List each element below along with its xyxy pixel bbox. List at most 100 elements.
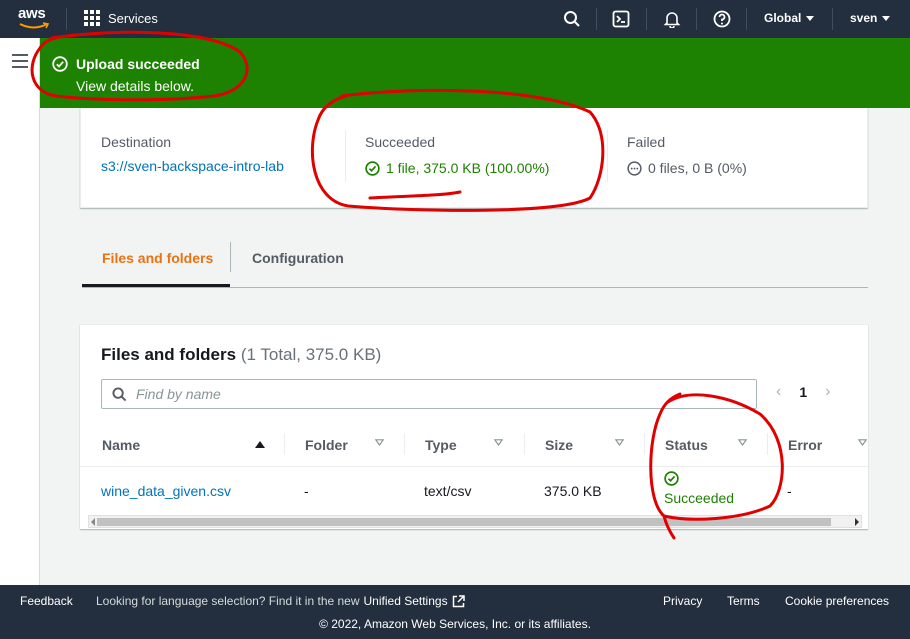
nav-divider xyxy=(596,8,597,30)
column-header-error[interactable]: Error xyxy=(788,437,822,453)
sort-caret-down-icon[interactable] xyxy=(858,439,867,446)
scroll-right-arrow-icon[interactable] xyxy=(855,518,859,526)
current-page[interactable]: 1 xyxy=(799,384,807,400)
tab-divider xyxy=(230,242,231,272)
status-text: Succeeded xyxy=(664,490,735,506)
table-row: wine_data_given.csv - text/csv 375.0 KB … xyxy=(80,467,868,515)
external-link-icon xyxy=(452,594,465,607)
tab-files-and-folders[interactable]: Files and folders xyxy=(102,250,213,266)
destination-link[interactable]: s3://sven-backspace-intro-lab xyxy=(101,158,284,174)
search-icon xyxy=(112,387,127,402)
pending-dots-icon xyxy=(627,160,642,176)
language-notice: Looking for language selection? Find it … xyxy=(96,594,465,608)
column-divider xyxy=(404,433,405,455)
failed-column: Failed 0 files, 0 B (0%) xyxy=(627,134,747,176)
cookie-preferences-link[interactable]: Cookie preferences xyxy=(785,594,889,608)
nav-divider xyxy=(646,8,647,30)
unified-settings-link[interactable]: Unified Settings xyxy=(364,594,448,608)
caret-down-icon xyxy=(882,15,891,21)
aws-logo[interactable]: aws xyxy=(18,6,52,32)
success-check-icon xyxy=(365,160,380,176)
column-divider xyxy=(767,433,768,455)
success-flash-banner: Upload succeeded View details below. xyxy=(40,38,910,108)
region-label: Global xyxy=(764,11,802,25)
side-navigation-rail xyxy=(0,38,40,585)
column-divider xyxy=(607,130,608,182)
column-divider xyxy=(284,433,285,455)
pagination: ‹ 1 › xyxy=(776,383,830,401)
table-header: Files and folders (1 Total, 375.0 KB) xyxy=(101,345,381,365)
column-divider xyxy=(345,130,346,182)
success-check-icon xyxy=(664,471,679,486)
aws-logo-text: aws xyxy=(18,5,46,22)
column-header-name[interactable]: Name xyxy=(102,437,140,453)
sort-caret-down-icon[interactable] xyxy=(494,439,503,446)
copyright-text: © 2022, Amazon Web Services, Inc. or its… xyxy=(319,617,591,631)
table-count: (1 Total, 375.0 KB) xyxy=(240,345,382,364)
succeeded-label: Succeeded xyxy=(365,134,436,150)
search-box xyxy=(101,379,757,409)
region-selector[interactable]: Global xyxy=(764,11,815,25)
files-table-card: Files and folders (1 Total, 375.0 KB) ‹ … xyxy=(80,324,868,529)
table-title: Files and folders xyxy=(101,345,237,364)
column-header-folder[interactable]: Folder xyxy=(305,437,348,453)
account-menu[interactable]: sven xyxy=(850,11,891,25)
scrollbar-thumb[interactable] xyxy=(97,518,831,526)
cell-status: Succeeded xyxy=(664,471,734,506)
column-divider xyxy=(644,433,645,455)
horizontal-scrollbar[interactable] xyxy=(88,515,862,528)
file-name-link[interactable]: wine_data_given.csv xyxy=(101,483,231,499)
services-grid-icon xyxy=(84,10,100,26)
succeeded-value: 1 file, 375.0 KB (100.00%) xyxy=(365,160,549,176)
nav-divider xyxy=(66,8,67,30)
top-navigation-bar: aws Services Global sven xyxy=(0,0,910,38)
succeeded-column: Succeeded 1 file, 375.0 KB (100.00%) xyxy=(365,134,549,176)
search-input[interactable] xyxy=(136,385,736,403)
cell-folder: - xyxy=(304,483,309,499)
page-footer: Feedback Looking for language selection?… xyxy=(0,585,910,639)
succeeded-text: 1 file, 375.0 KB (100.00%) xyxy=(386,160,550,176)
tab-bar: Files and folders Configuration xyxy=(82,236,868,288)
cell-error: - xyxy=(787,483,792,499)
column-header-size[interactable]: Size xyxy=(545,437,573,453)
notifications-bell-icon[interactable] xyxy=(663,10,681,28)
column-header-status[interactable]: Status xyxy=(665,437,708,453)
destination-label: Destination xyxy=(101,134,172,150)
flash-subtitle: View details below. xyxy=(76,78,195,94)
menu-hamburger-icon[interactable] xyxy=(12,54,28,72)
sort-caret-down-icon[interactable] xyxy=(615,439,624,446)
scroll-left-arrow-icon[interactable] xyxy=(91,518,95,526)
help-icon[interactable] xyxy=(713,10,731,28)
cell-size: 375.0 KB xyxy=(544,483,602,499)
feedback-link[interactable]: Feedback xyxy=(20,594,73,608)
sort-caret-down-icon[interactable] xyxy=(738,439,747,446)
tab-configuration[interactable]: Configuration xyxy=(252,250,344,266)
aws-smile-icon xyxy=(19,22,49,29)
caret-down-icon xyxy=(806,15,815,21)
sort-ascending-icon[interactable] xyxy=(255,441,265,448)
sort-caret-down-icon[interactable] xyxy=(375,439,384,446)
cloudshell-icon[interactable] xyxy=(612,10,630,28)
search-icon[interactable] xyxy=(563,10,581,28)
chevron-left-icon[interactable]: ‹ xyxy=(776,383,781,401)
terms-link[interactable]: Terms xyxy=(727,594,760,608)
failed-value: 0 files, 0 B (0%) xyxy=(627,160,747,176)
success-check-icon xyxy=(52,56,68,72)
nav-divider xyxy=(746,8,747,30)
cell-type: text/csv xyxy=(424,483,472,499)
privacy-link[interactable]: Privacy xyxy=(663,594,702,608)
language-prompt: Looking for language selection? Find it … xyxy=(96,594,360,608)
services-menu-button[interactable]: Services xyxy=(84,10,158,26)
nav-divider xyxy=(696,8,697,30)
flash-title: Upload succeeded xyxy=(76,56,200,72)
active-tab-indicator xyxy=(82,284,230,287)
upload-summary-card: Destination s3://sven-backspace-intro-la… xyxy=(80,108,868,208)
table-header-row: Name Folder Type Size Status Error xyxy=(80,421,868,467)
chevron-right-icon[interactable]: › xyxy=(825,383,830,401)
column-header-type[interactable]: Type xyxy=(425,437,457,453)
destination-column: Destination s3://sven-backspace-intro-la… xyxy=(101,134,284,174)
services-label: Services xyxy=(108,10,158,26)
failed-label: Failed xyxy=(627,134,666,150)
column-divider xyxy=(524,433,525,455)
failed-text: 0 files, 0 B (0%) xyxy=(648,160,747,176)
